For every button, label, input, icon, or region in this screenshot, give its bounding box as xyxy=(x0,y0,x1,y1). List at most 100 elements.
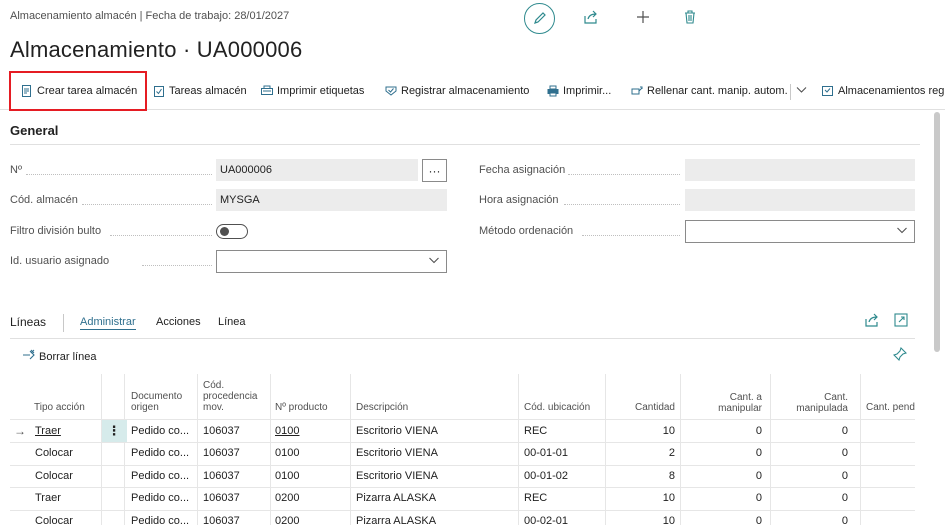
cell-tipo[interactable]: Traer xyxy=(35,492,61,504)
registered-putaways-button[interactable]: Almacenamientos reg xyxy=(821,72,944,110)
usuario-select[interactable] xyxy=(216,250,447,273)
cell-proc[interactable]: 106037 xyxy=(203,492,240,504)
cell-desc[interactable]: Pizarra ALASKA xyxy=(356,492,436,504)
cell-cant[interactable]: 10 xyxy=(610,492,675,504)
expand-icon xyxy=(894,313,908,327)
metodo-label: Método ordenación xyxy=(479,225,574,237)
cell-doc[interactable]: Pedido co... xyxy=(131,515,189,525)
leader-dots xyxy=(142,265,212,266)
col-cantidad[interactable]: Cantidad xyxy=(610,402,675,413)
cell-ubic[interactable]: 00-01-02 xyxy=(524,470,568,482)
scrollbar[interactable] xyxy=(934,112,940,352)
col-cod-procedencia[interactable]: Cód. procedencia mov. xyxy=(203,380,267,413)
general-section-title: General xyxy=(10,123,59,138)
delete-line-button[interactable]: Borrar línea xyxy=(22,349,96,364)
cell-manipulada[interactable]: 0 xyxy=(788,515,848,525)
warehouse-tasks-label: Tareas almacén xyxy=(169,85,247,97)
pencil-icon xyxy=(533,12,546,24)
cell-manipulada[interactable]: 0 xyxy=(788,492,848,504)
cell-desc[interactable]: Escritorio VIENA xyxy=(356,470,438,482)
cell-doc[interactable]: Pedido co... xyxy=(131,425,189,437)
toolbar-separator xyxy=(790,84,791,100)
cell-proc[interactable]: 106037 xyxy=(203,425,240,437)
tab-acciones[interactable]: Acciones xyxy=(156,316,201,328)
col-cod-ubicacion[interactable]: Cód. ubicación xyxy=(524,402,590,413)
cell-doc[interactable]: Pedido co... xyxy=(131,447,189,459)
new-button[interactable] xyxy=(633,7,653,27)
cell-prod[interactable]: 0200 xyxy=(275,492,299,504)
delete-line-label: Borrar línea xyxy=(39,350,97,363)
share-button[interactable] xyxy=(581,7,601,27)
cell-ubic[interactable]: REC xyxy=(524,492,547,504)
grid-column-divider xyxy=(350,374,351,525)
print-button[interactable]: Imprimir... xyxy=(546,72,611,110)
fecha-asignacion-field[interactable] xyxy=(685,159,915,181)
cell-manip[interactable]: 0 xyxy=(700,425,762,437)
autofill-qty-button[interactable]: Rellenar cant. manip. autom. xyxy=(630,72,788,110)
delete-button[interactable] xyxy=(680,7,700,27)
cell-manipulada[interactable]: 0 xyxy=(788,470,848,482)
lookup-button[interactable]: ··· xyxy=(422,159,447,182)
filter-button[interactable] xyxy=(892,346,908,364)
cell-desc[interactable]: Escritorio VIENA xyxy=(356,425,438,437)
cell-prod[interactable]: 0100 xyxy=(275,447,299,459)
col-descripcion[interactable]: Descripción xyxy=(356,402,408,413)
tab-linea[interactable]: Línea xyxy=(218,316,246,328)
col-documento-origen[interactable]: Documento origen xyxy=(131,391,193,413)
cell-manipulada[interactable]: 0 xyxy=(788,425,848,437)
cell-proc[interactable]: 106037 xyxy=(203,470,240,482)
cell-cant[interactable]: 2 xyxy=(610,447,675,459)
share-lines-button[interactable] xyxy=(865,313,879,330)
print-labels-button[interactable]: Imprimir etiquetas xyxy=(260,72,364,110)
cell-proc[interactable]: 106037 xyxy=(203,447,240,459)
plus-icon xyxy=(637,11,649,23)
leader-dots xyxy=(82,204,212,205)
cell-prod[interactable]: 0100 xyxy=(275,470,299,482)
tab-administrar[interactable]: Administrar xyxy=(80,316,136,330)
cell-ubic[interactable]: 00-01-01 xyxy=(524,447,568,459)
cell-manip[interactable]: 0 xyxy=(700,470,762,482)
cell-desc[interactable]: Escritorio VIENA xyxy=(356,447,438,459)
expand-lines-button[interactable] xyxy=(894,313,908,330)
grid-column-divider xyxy=(605,374,606,525)
warehouse-tasks-button[interactable]: Tareas almacén xyxy=(152,72,247,110)
cell-ubic[interactable]: 00-02-01 xyxy=(524,515,568,525)
edit-button[interactable] xyxy=(524,2,555,34)
metodo-select[interactable] xyxy=(685,220,915,243)
cell-tipo[interactable]: Colocar xyxy=(35,447,73,459)
col-cant-manipular[interactable]: Cant. a manipular xyxy=(700,392,762,414)
cell-prod[interactable]: 0100 xyxy=(275,425,299,437)
chevron-down-icon[interactable] xyxy=(796,84,807,98)
cell-manip[interactable]: 0 xyxy=(700,515,762,525)
cell-manip[interactable]: 0 xyxy=(700,447,762,459)
leader-dots xyxy=(568,174,680,175)
cell-cant[interactable]: 10 xyxy=(610,425,675,437)
cell-proc[interactable]: 106037 xyxy=(203,515,240,525)
hora-asignacion-field[interactable] xyxy=(685,189,915,211)
cell-cant[interactable]: 8 xyxy=(610,470,675,482)
print-label: Imprimir... xyxy=(563,85,612,97)
cell-ubic[interactable]: REC xyxy=(524,425,547,437)
cell-tipo[interactable]: Colocar xyxy=(35,470,73,482)
cell-tipo[interactable]: Colocar xyxy=(35,515,73,525)
col-cant-pendiente[interactable]: Cant. pendi xyxy=(866,402,915,413)
col-n-producto[interactable]: Nº producto xyxy=(275,402,328,413)
pin-icon xyxy=(892,346,908,362)
cell-doc[interactable]: Pedido co... xyxy=(131,470,189,482)
col-cant-manipulada[interactable]: Cant. manipulada xyxy=(788,392,848,414)
col-tipo-accion[interactable]: Tipo acción xyxy=(34,402,85,413)
cell-desc[interactable]: Pizarra ALASKA xyxy=(356,515,436,525)
cell-doc[interactable]: Pedido co... xyxy=(131,492,189,504)
filtro-toggle[interactable] xyxy=(216,224,248,239)
cell-cant[interactable]: 10 xyxy=(610,515,675,525)
cell-manipulada[interactable]: 0 xyxy=(788,447,848,459)
cell-manip[interactable]: 0 xyxy=(700,492,762,504)
no-field[interactable]: UA000006 xyxy=(216,159,418,181)
row-menu-button[interactable]: ⋮ xyxy=(101,420,127,442)
cell-tipo[interactable]: Traer xyxy=(35,425,61,437)
post-putaway-button[interactable]: Registrar almacenamiento xyxy=(384,72,529,110)
usuario-label: Id. usuario asignado xyxy=(10,255,110,267)
post-icon xyxy=(384,85,397,98)
cell-prod[interactable]: 0200 xyxy=(275,515,299,525)
cod-almacen-field[interactable]: MYSGA xyxy=(216,189,447,211)
